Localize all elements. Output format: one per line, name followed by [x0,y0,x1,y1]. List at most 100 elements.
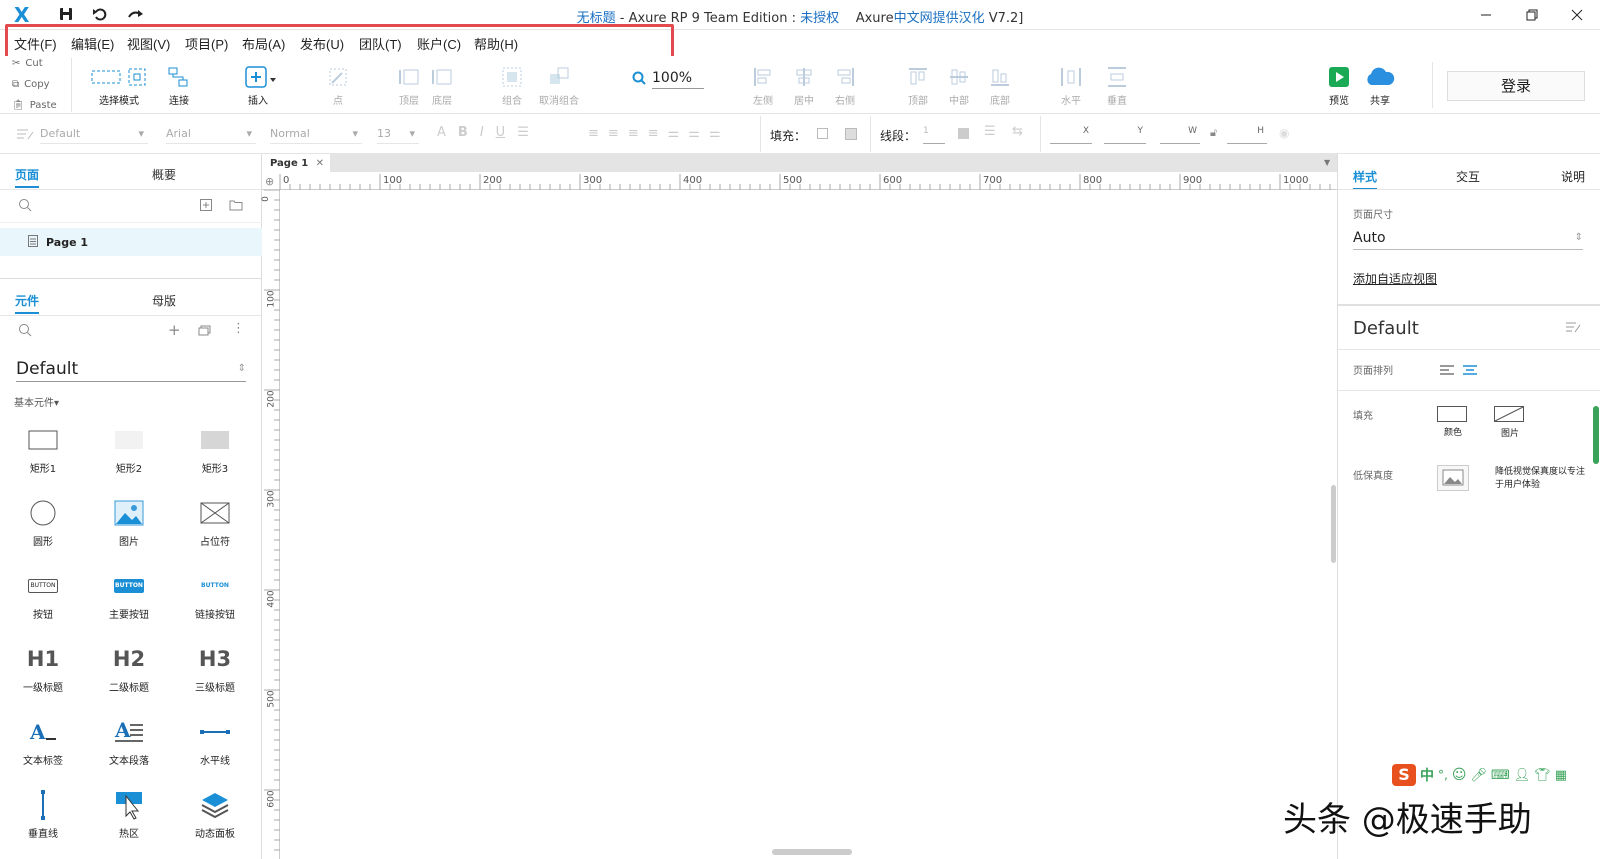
widget-heading-3[interactable]: H3 三级标题 [180,639,250,694]
ime-skin-icon[interactable]: 👕︎ [1534,768,1551,783]
widget-text-paragraph[interactable]: A 文本段落 [94,712,164,767]
tab-menu-chevron-icon[interactable]: ▼ [1324,158,1330,167]
h-field[interactable]: H [1227,126,1267,144]
fill-color-button[interactable]: 颜色 [1437,406,1469,438]
widget-rectangle-1[interactable]: 矩形1 [8,420,78,475]
widget-image[interactable]: 图片 [94,493,164,548]
valign-middle-icon[interactable]: ⚌ [688,126,700,141]
design-canvas[interactable] [280,190,1337,859]
distribute-vertical-button[interactable]: 垂直 [1087,62,1147,107]
widget-heading-1[interactable]: H1 一级标题 [8,639,78,694]
y-field[interactable]: Y [1104,126,1146,144]
zoom-value[interactable]: 100% [652,70,704,89]
library-section-title[interactable]: 基本元件▾ [14,394,59,409]
font-color-icon[interactable]: A [437,125,446,140]
ime-voice-icon[interactable]: 🎤︎ [1470,768,1487,783]
insert-button[interactable]: 插入 [228,62,288,107]
bold-icon[interactable]: B [458,125,468,140]
page-list-item[interactable]: Page 1 [0,228,262,256]
stroke-color-swatch[interactable] [958,128,969,139]
vertical-scrollbar[interactable] [1331,485,1336,563]
tab-interactions[interactable]: 交互 [1456,168,1480,185]
tab-notes[interactable]: 说明 [1561,168,1585,185]
library-stack-icon[interactable] [198,324,212,339]
menu-publish[interactable]: 发布(U) [300,34,344,53]
menu-layout[interactable]: 布局(A) [242,34,285,53]
sogou-logo-icon[interactable]: S [1392,764,1416,786]
ime-punctuation-icon[interactable]: °, [1438,768,1448,782]
x-field[interactable]: X [1050,126,1092,144]
widget-link-button[interactable]: BUTTON 链接按钮 [180,566,250,621]
add-page-icon[interactable] [200,199,212,214]
font-weight-select[interactable]: Normal ▾ [270,124,362,144]
page-align-left-icon[interactable] [1440,364,1454,378]
menu-view[interactable]: 视图(V) [127,34,170,53]
library-select[interactable]: Default ⇕ [16,356,246,382]
ruler-origin-icon[interactable]: ⊕ [265,175,274,188]
right-scrollbar[interactable] [1593,406,1599,464]
tab-pages[interactable]: 页面 [15,166,40,188]
menu-file[interactable]: 文件(F) [14,34,57,53]
stroke-pattern-icon[interactable]: ☰ [984,124,996,139]
menu-edit[interactable]: 编辑(E) [71,34,114,53]
widget-rectangle-3[interactable]: 矩形3 [180,420,250,475]
widget-placeholder[interactable]: 占位符 [180,493,250,548]
add-adaptive-view-link[interactable]: 添加自适应视图 [1353,270,1437,287]
login-button[interactable]: 登录 [1447,71,1585,101]
select-mode-button[interactable]: 选择模式 [89,62,149,107]
add-library-icon[interactable]: + [168,321,181,339]
widget-rectangle-2[interactable]: 矩形2 [94,420,164,475]
page-size-select[interactable]: Auto ⇕ [1353,226,1583,250]
tab-outline[interactable]: 概要 [152,166,176,183]
menu-team[interactable]: 团队(T) [359,34,402,53]
share-button[interactable]: 共享 [1350,62,1410,107]
widget-button[interactable]: BUTTON 按钮 [8,566,78,621]
close-button[interactable] [1554,0,1600,30]
align-right-button[interactable]: 右侧 [815,62,875,107]
align-text-right-icon[interactable]: ≡ [628,126,639,141]
italic-icon[interactable]: I [480,125,484,140]
align-bottom-button[interactable]: 底部 [970,62,1030,107]
paste-button[interactable]: 📋︎ Paste [12,100,57,111]
add-folder-icon[interactable] [229,199,243,214]
widget-horizontal-line[interactable]: 水平线 [180,712,250,767]
fill-image-button[interactable]: 图片 [1494,406,1526,439]
w-field[interactable]: W [1160,126,1200,144]
ime-keyboard-icon[interactable]: ⌨ [1491,768,1510,783]
maximize-button[interactable] [1509,0,1555,30]
widget-text-label[interactable]: A 文本标签 [8,712,78,767]
valign-bottom-icon[interactable]: ⚌ [709,126,721,141]
font-select[interactable]: Arial ▾ [166,124,256,144]
minimize-button[interactable] [1463,0,1509,30]
shadow-swatch[interactable] [845,128,857,140]
widget-primary-button[interactable]: BUTTON 主要按钮 [94,566,164,621]
zoom-control[interactable]: 100% [632,70,704,89]
copy-button[interactable]: ⧉ Copy [12,79,50,90]
send-to-back-button[interactable]: 底层 [412,62,472,107]
font-size-select[interactable]: 13 ▾ [377,124,419,144]
widget-circle[interactable]: 圆形 [8,493,78,548]
align-text-left-icon[interactable]: ≡ [588,126,599,141]
close-tab-icon[interactable]: ✕ [316,158,324,169]
widget-hotspot[interactable]: 热区 [94,785,164,840]
tab-widgets[interactable]: 元件 [15,292,40,314]
menu-account[interactable]: 账户(C) [417,34,461,53]
tab-masters[interactable]: 母版 [152,292,176,309]
horizontal-scrollbar[interactable] [772,849,852,855]
low-fidelity-toggle[interactable] [1437,465,1469,494]
style-select[interactable]: Default ▾ [40,124,148,144]
visibility-eye-icon[interactable]: ◉ [1279,126,1289,140]
stroke-width-field[interactable]: 1 [923,126,945,144]
page-align-center-icon[interactable] [1463,364,1477,378]
menu-help[interactable]: 帮助(H) [474,34,518,53]
bullet-list-icon[interactable]: ☰ [517,125,529,140]
page-tab[interactable]: Page 1 ✕ [262,154,330,172]
more-options-icon[interactable]: ⋮ [232,322,245,335]
search-icon[interactable] [18,323,32,340]
edit-style-icon[interactable] [1565,320,1581,337]
menu-project[interactable]: 项目(P) [185,34,228,53]
tab-style[interactable]: 样式 [1353,168,1378,190]
connect-button[interactable]: 连接 [149,62,209,107]
ime-toolbox-icon[interactable]: ▦ [1555,768,1567,783]
search-icon[interactable] [18,198,32,215]
